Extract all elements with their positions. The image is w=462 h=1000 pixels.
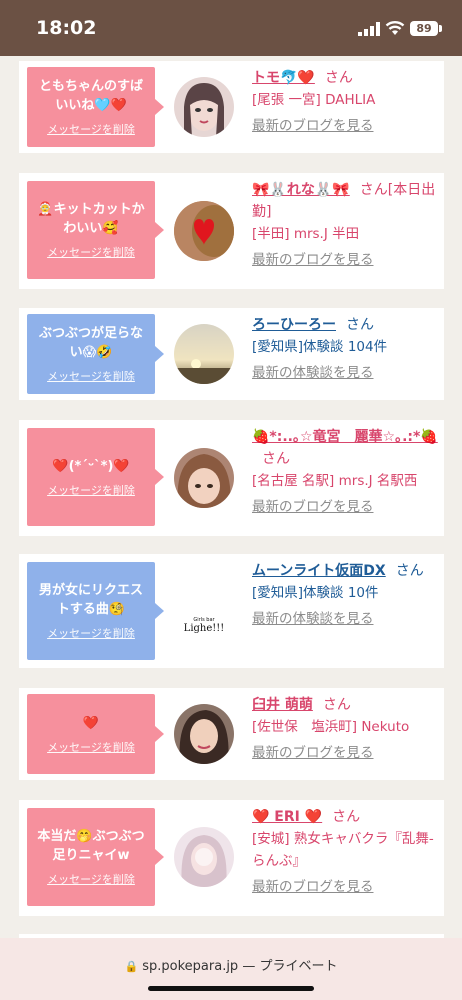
shop-info[interactable]: [半田] mrs.J 半田: [252, 223, 438, 245]
latest-blog-link[interactable]: 最新のブログを見る: [252, 742, 438, 764]
list-item: 本当だ🤭ぶつぶつ足りニャイw メッセージを削除 ❤️ ERI ❤️ さん [安城]…: [19, 800, 444, 916]
shop-logo: Girls bar Lighe!!!: [174, 581, 234, 641]
latest-review-link[interactable]: 最新の体験談を見る: [252, 362, 438, 384]
girl-info: ❤️ ERI ❤️ さん [安城] 熟女キャバクラ『乱舞-らんぶ』 最新のブログを…: [252, 806, 438, 898]
honorific: さん: [395, 563, 424, 579]
girl-name-link[interactable]: トモ🐬❤️: [252, 70, 315, 86]
delete-message-link[interactable]: メッセージを削除: [47, 625, 135, 641]
wifi-icon: [385, 21, 405, 35]
battery-icon: 89: [410, 21, 438, 36]
shop-info[interactable]: [安城] 熟女キャバクラ『乱舞-らんぶ』: [252, 828, 438, 872]
latest-blog-link[interactable]: 最新のブログを見る: [252, 249, 438, 271]
delete-message-link[interactable]: メッセージを削除: [47, 482, 135, 498]
status-bar: 18:02 89: [0, 0, 462, 56]
girl-info: 🍓*:..｡☆竜宮 麗華☆｡.:*🍓さん [名古屋 名駅] mrs.J 名駅西 …: [252, 426, 438, 518]
status-time: 18:02: [36, 17, 97, 39]
message-text: 🤶キットカットかわいい🥰: [37, 202, 145, 236]
battery-tip: [439, 25, 442, 32]
honorific: さん: [324, 70, 353, 86]
avatar[interactable]: Girls bar Lighe!!!: [174, 581, 234, 641]
list-item: ❤️ メッセージを削除 臼井 萌萌 さん [佐世保 塩浜町] Nekuto 最新の…: [19, 688, 444, 780]
delete-message-link[interactable]: メッセージを削除: [47, 121, 135, 137]
list-item: ❤️(*´ᵕ`*)❤️ メッセージを削除 🍓*:..｡☆竜宮 麗華☆｡.:*🍓 さ…: [19, 420, 444, 536]
girl-name-link[interactable]: 臼井 萌萌: [252, 697, 313, 713]
shop-info[interactable]: [佐世保 塩浜町] Nekuto: [252, 716, 438, 738]
latest-blog-link[interactable]: 最新のブログを見る: [252, 115, 438, 137]
girl-info: ろーひーろー さん [愛知県]体験談 104件 最新の体験談を見る: [252, 314, 438, 384]
delete-message-link[interactable]: メッセージを削除: [47, 871, 135, 887]
shop-info[interactable]: [名古屋 名駅] mrs.J 名駅西: [252, 470, 438, 492]
honorific: さん: [332, 809, 361, 825]
avatar[interactable]: [174, 201, 234, 261]
honorific: さん: [322, 697, 351, 713]
girl-name-link[interactable]: ❤️ ERI ❤️: [252, 809, 322, 825]
girl-name-link[interactable]: 🍓*:..｡☆竜宮 麗華☆｡.:*🍓: [252, 429, 438, 445]
home-indicator[interactable]: [148, 986, 314, 991]
message-text: 本当だ🤭ぶつぶつ足りニャイw: [37, 829, 145, 863]
avatar[interactable]: [174, 827, 234, 887]
logo-text: Lighe!!!: [184, 623, 225, 634]
list-item: ともちゃんのすばいいね🩵❤️ メッセージを削除 トモ🐬❤️ さん [尾張 一宮] …: [19, 61, 444, 153]
avatar[interactable]: [174, 448, 234, 508]
latest-blog-link[interactable]: 最新のブログを見る: [252, 496, 438, 518]
list-item: 男が女にリクエストする曲🧐 メッセージを削除 Girls bar Lighe!!…: [19, 554, 444, 668]
message-bubble: ❤️(*´ᵕ`*)❤️ メッセージを削除: [27, 428, 164, 526]
url-text: sp.pokepara.jp — プライベート: [142, 959, 338, 974]
girl-info: ムーンライト仮面DX さん [愛知県]体験談 10件 最新の体験談を見る: [252, 560, 438, 630]
message-bubble: ぶつぶつが足らない😱🤣 メッセージを削除: [27, 314, 164, 394]
message-text: ともちゃんのすばいいね🩵❤️: [38, 79, 143, 113]
honorific: さん: [262, 451, 290, 467]
shop-info[interactable]: [尾張 一宮] DAHLIA: [252, 89, 438, 111]
message-text: 男が女にリクエストする曲🧐: [38, 583, 143, 617]
url-label: 🔒 sp.pokepara.jp — プライベート: [0, 955, 462, 974]
message-bubble: 🤶キットカットかわいい🥰 メッセージを削除: [27, 181, 164, 279]
girl-name-link[interactable]: 🎀🐰れな🐰🎀: [252, 182, 350, 198]
girl-info: 🎀🐰れな🐰🎀 さん[本日出勤] [半田] mrs.J 半田 最新のブログを見る: [252, 179, 438, 271]
delete-message-link[interactable]: メッセージを削除: [47, 739, 135, 755]
list-item: 🤶キットカットかわいい🥰 メッセージを削除 🎀🐰れな🐰🎀 さん[本日出勤] [半田…: [19, 173, 444, 289]
reviewer-name-link[interactable]: ろーひーろー: [252, 317, 336, 333]
message-text: ぶつぶつが足らない😱🤣: [38, 326, 143, 360]
girl-info: 臼井 萌萌 さん [佐世保 塩浜町] Nekuto 最新のブログを見る: [252, 694, 438, 764]
review-count[interactable]: [愛知県]体験談 10件: [252, 582, 438, 604]
avatar[interactable]: [174, 77, 234, 137]
girl-info: トモ🐬❤️ さん [尾張 一宮] DAHLIA 最新のブログを見る: [252, 67, 438, 137]
delete-message-link[interactable]: メッセージを削除: [47, 244, 135, 260]
review-count[interactable]: [愛知県]体験談 104件: [252, 336, 438, 358]
message-bubble: 男が女にリクエストする曲🧐 メッセージを削除: [27, 562, 164, 660]
lock-icon: 🔒: [124, 960, 139, 973]
message-bubble: 本当だ🤭ぶつぶつ足りニャイw メッセージを削除: [27, 808, 164, 906]
message-text: ❤️(*´ᵕ`*)❤️: [52, 458, 130, 474]
cellular-signal-icon: [358, 22, 380, 36]
message-text: ❤️: [82, 715, 100, 731]
avatar[interactable]: [174, 324, 234, 384]
latest-blog-link[interactable]: 最新のブログを見る: [252, 876, 438, 898]
message-bubble: ❤️ メッセージを削除: [27, 694, 164, 774]
message-bubble: ともちゃんのすばいいね🩵❤️ メッセージを削除: [27, 67, 164, 147]
honorific: さん: [346, 317, 374, 333]
reviewer-name-link[interactable]: ムーンライト仮面DX: [252, 563, 386, 579]
list-item: ぶつぶつが足らない😱🤣 メッセージを削除 ろーひーろー さん [愛知県]体験談 1…: [19, 308, 444, 400]
delete-message-link[interactable]: メッセージを削除: [47, 368, 135, 384]
avatar[interactable]: [174, 704, 234, 764]
latest-review-link[interactable]: 最新の体験談を見る: [252, 608, 438, 630]
